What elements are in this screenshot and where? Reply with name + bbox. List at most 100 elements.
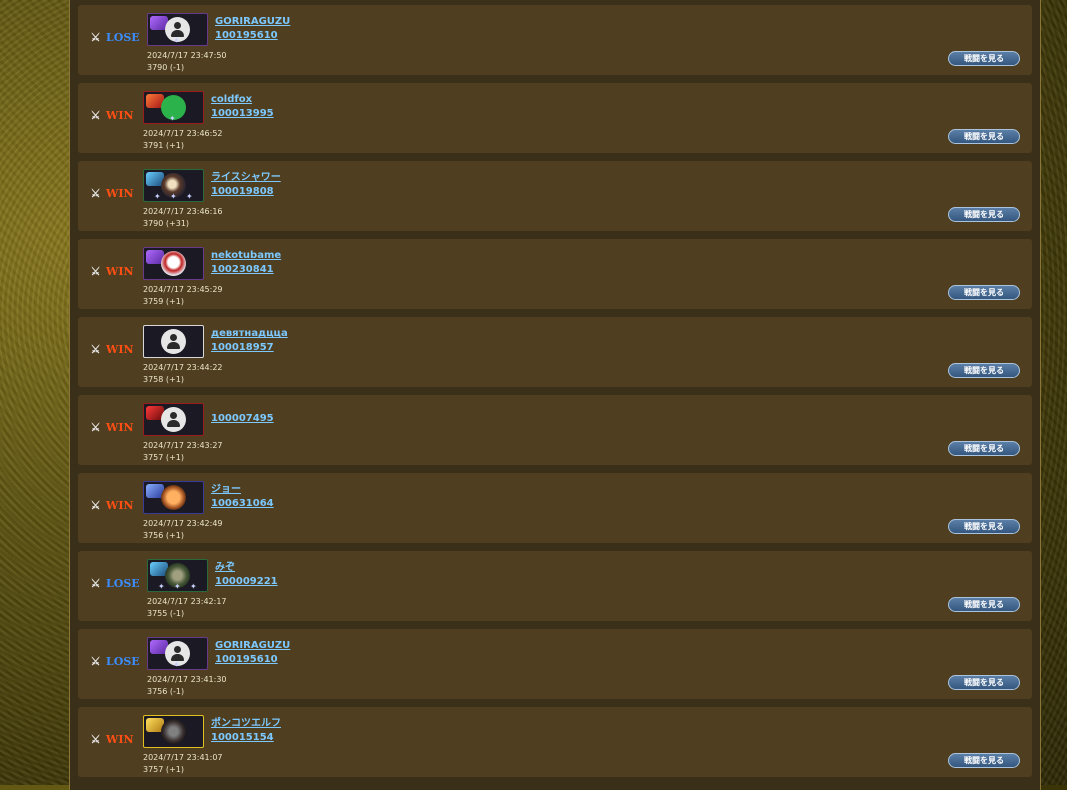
match-row: ⚔ WIN ✦ ✦ ✦ ライスシャワー 100019808 2024/7/17 … bbox=[78, 161, 1032, 231]
result-label: WIN bbox=[106, 499, 134, 512]
match-meta: 2024/7/17 23:46:52 3791 (+1) bbox=[143, 128, 223, 152]
avatar bbox=[161, 251, 186, 276]
match-meta: 2024/7/17 23:46:16 3790 (+31) bbox=[143, 206, 223, 230]
watch-battle-button[interactable]: 戦闘を見る bbox=[948, 285, 1020, 300]
watch-battle-button[interactable]: 戦闘を見る bbox=[948, 753, 1020, 768]
opponent-avatar[interactable]: ✦ bbox=[147, 637, 208, 670]
watch-battle-button[interactable]: 戦闘を見る bbox=[948, 129, 1020, 144]
crossed-swords-icon: ⚔ bbox=[90, 187, 101, 200]
match-meta: 2024/7/17 23:47:50 3790 (-1) bbox=[147, 50, 227, 74]
opponent-id-link[interactable]: 100019808 bbox=[211, 185, 281, 199]
match-result: ⚔ LOSE bbox=[89, 655, 140, 668]
match-result: ⚔ LOSE bbox=[89, 577, 140, 590]
watch-battle-button[interactable]: 戦闘を見る bbox=[948, 675, 1020, 690]
match-datetime: 2024/7/17 23:42:17 bbox=[147, 597, 227, 606]
watch-battle-button[interactable]: 戦闘を見る bbox=[948, 363, 1020, 378]
match-result: ⚔ WIN bbox=[89, 265, 134, 278]
opponent-id-link[interactable]: 100018957 bbox=[211, 341, 288, 355]
opponent-avatar[interactable] bbox=[143, 481, 204, 514]
match-datetime: 2024/7/17 23:42:49 bbox=[143, 519, 223, 528]
opponent-avatar[interactable]: ✦ ✦ ✦ bbox=[143, 169, 204, 202]
match-meta: 2024/7/17 23:42:49 3756 (+1) bbox=[143, 518, 223, 542]
opponent-info: девятнадцца 100018957 bbox=[211, 327, 288, 355]
person-head-icon bbox=[170, 334, 177, 341]
result-label: LOSE bbox=[106, 31, 140, 44]
opponent-info: ライスシャワー 100019808 bbox=[211, 171, 281, 199]
person-head-icon bbox=[174, 22, 181, 29]
crossed-swords-icon: ⚔ bbox=[90, 265, 101, 278]
match-row: ⚔ LOSE ✦ GORIRAGUZU 100195610 2024/7/17 … bbox=[78, 629, 1032, 699]
match-row: ⚔ WIN ジョー 100631064 2024/7/17 23:42:49 3… bbox=[78, 473, 1032, 543]
star-icon: ✦ bbox=[173, 660, 180, 669]
avatar bbox=[161, 329, 186, 354]
opponent-avatar[interactable] bbox=[143, 247, 204, 280]
watch-battle-button[interactable]: 戦闘を見る bbox=[948, 51, 1020, 66]
match-datetime: 2024/7/17 23:43:27 bbox=[143, 441, 223, 450]
opponent-id-link[interactable]: 100631064 bbox=[211, 497, 274, 511]
match-datetime: 2024/7/17 23:45:29 bbox=[143, 285, 223, 294]
opponent-id-link[interactable]: 100230841 bbox=[211, 263, 281, 277]
opponent-id-link[interactable]: 100195610 bbox=[215, 653, 290, 667]
opponent-name-link[interactable]: GORIRAGUZU bbox=[215, 639, 290, 653]
match-result: ⚔ WIN bbox=[89, 499, 134, 512]
opponent-avatar[interactable]: ✦ bbox=[143, 91, 204, 124]
avatar bbox=[161, 719, 186, 744]
match-datetime: 2024/7/17 23:41:30 bbox=[147, 675, 227, 684]
result-label: WIN bbox=[106, 421, 134, 434]
match-row: ⚔ WIN девятнадцца 100018957 2024/7/17 23… bbox=[78, 317, 1032, 387]
opponent-info: nekotubame 100230841 bbox=[211, 249, 281, 277]
match-result: ⚔ WIN bbox=[89, 733, 134, 746]
opponent-name-link[interactable]: coldfox bbox=[211, 93, 274, 107]
result-label: LOSE bbox=[106, 577, 140, 590]
person-head-icon bbox=[170, 412, 177, 419]
watch-battle-button[interactable]: 戦闘を見る bbox=[948, 207, 1020, 222]
opponent-name-link[interactable]: GORIRAGUZU bbox=[215, 15, 290, 29]
match-rating: 3791 (+1) bbox=[143, 141, 184, 150]
star-icon: ✦ bbox=[173, 36, 180, 45]
match-row: ⚔ WIN 100007495 2024/7/17 23:43:27 3757 … bbox=[78, 395, 1032, 465]
opponent-info: coldfox 100013995 bbox=[211, 93, 274, 121]
watch-battle-button[interactable]: 戦闘を見る bbox=[948, 597, 1020, 612]
avatar bbox=[161, 485, 186, 510]
opponent-info: GORIRAGUZU 100195610 bbox=[215, 15, 290, 43]
crossed-swords-icon: ⚔ bbox=[90, 499, 101, 512]
person-body-icon bbox=[167, 342, 180, 349]
star-icon: ✦ bbox=[170, 192, 177, 201]
match-result: ⚔ WIN bbox=[89, 187, 134, 200]
opponent-avatar[interactable]: ✦ bbox=[147, 13, 208, 46]
opponent-avatar[interactable] bbox=[143, 325, 204, 358]
opponent-name-link[interactable]: ライスシャワー bbox=[211, 171, 281, 185]
crossed-swords-icon: ⚔ bbox=[90, 733, 101, 746]
match-datetime: 2024/7/17 23:41:07 bbox=[143, 753, 223, 762]
star-icon: ✦ bbox=[154, 192, 161, 201]
match-rating: 3755 (-1) bbox=[147, 609, 185, 618]
match-datetime: 2024/7/17 23:46:16 bbox=[143, 207, 223, 216]
opponent-id-link[interactable]: 100007495 bbox=[211, 412, 274, 426]
opponent-name-link[interactable]: nekotubame bbox=[211, 249, 281, 263]
match-row: ⚔ WIN ポンコツエルフ 100015154 2024/7/17 23:41:… bbox=[78, 707, 1032, 777]
opponent-id-link[interactable]: 100009221 bbox=[215, 575, 278, 589]
match-meta: 2024/7/17 23:42:17 3755 (-1) bbox=[147, 596, 227, 620]
match-meta: 2024/7/17 23:45:29 3759 (+1) bbox=[143, 284, 223, 308]
opponent-id-link[interactable]: 100195610 bbox=[215, 29, 290, 43]
result-label: WIN bbox=[106, 343, 134, 356]
opponent-avatar[interactable]: ✦ ✦ ✦ bbox=[147, 559, 208, 592]
match-result: ⚔ WIN bbox=[89, 421, 134, 434]
opponent-name-link[interactable]: ポンコツエルフ bbox=[211, 717, 281, 731]
star-icon: ✦ bbox=[158, 582, 165, 591]
opponent-id-link[interactable]: 100015154 bbox=[211, 731, 281, 745]
result-label: WIN bbox=[106, 187, 134, 200]
opponent-name-link[interactable]: девятнадцца bbox=[211, 327, 288, 341]
opponent-name-link[interactable]: ジョー bbox=[211, 483, 274, 497]
opponent-avatar[interactable] bbox=[143, 715, 204, 748]
opponent-avatar[interactable] bbox=[143, 403, 204, 436]
opponent-info: 100007495 bbox=[211, 412, 274, 426]
opponent-id-link[interactable]: 100013995 bbox=[211, 107, 274, 121]
crossed-swords-icon: ⚔ bbox=[90, 31, 101, 44]
watch-battle-button[interactable]: 戦闘を見る bbox=[948, 519, 1020, 534]
opponent-name-link[interactable]: みぞ bbox=[215, 561, 278, 575]
watch-battle-button[interactable]: 戦闘を見る bbox=[948, 441, 1020, 456]
match-rating: 3759 (+1) bbox=[143, 297, 184, 306]
match-row: ⚔ LOSE ✦ GORIRAGUZU 100195610 2024/7/17 … bbox=[78, 5, 1032, 75]
crossed-swords-icon: ⚔ bbox=[90, 109, 101, 122]
